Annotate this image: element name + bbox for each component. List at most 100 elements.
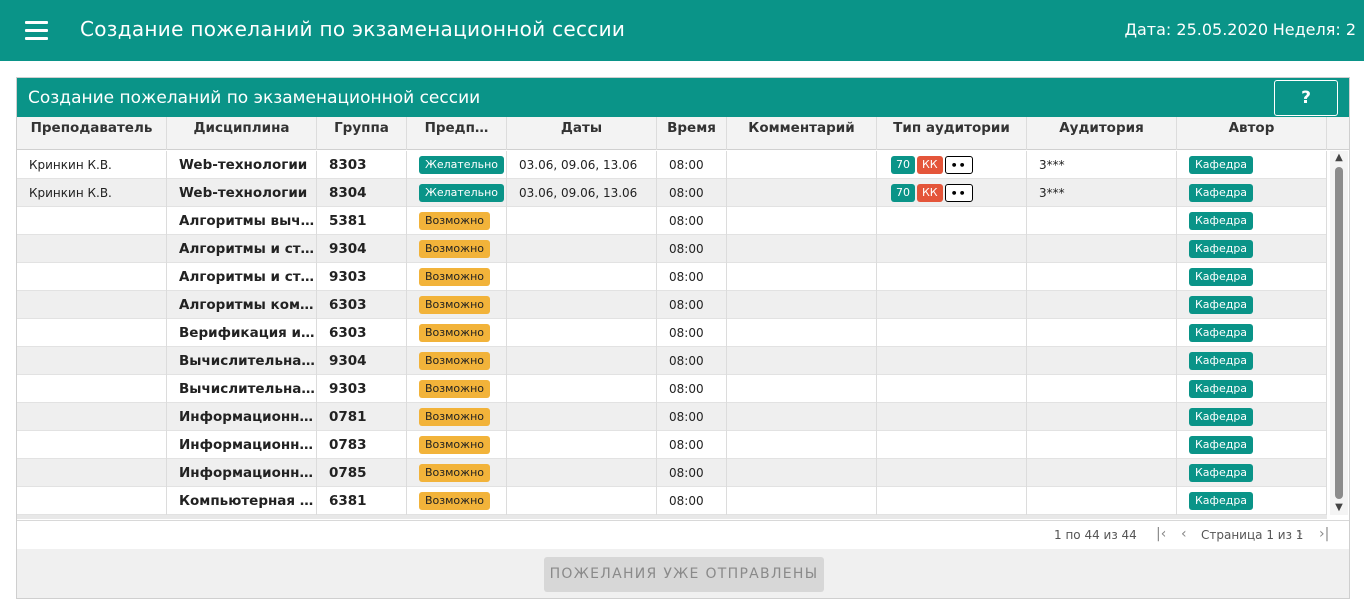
discipline-cell[interactable]: Верификация и тестирование (167, 319, 317, 347)
auditorium-cell[interactable] (1027, 375, 1177, 403)
room-type-cell[interactable]: 70 КК •• (877, 179, 1027, 207)
discipline-cell[interactable]: Алгоритмы вычислительной геометрии (167, 207, 317, 235)
table-row[interactable]: Информационные технологии0781 Возможно 08:… (17, 403, 1327, 431)
comment-cell[interactable] (727, 235, 877, 263)
time-cell[interactable]: 08:00 (657, 235, 727, 263)
column-header-time[interactable]: Время (657, 117, 727, 150)
teacher-cell[interactable] (17, 431, 167, 459)
author-cell[interactable]: Кафедра (1177, 207, 1327, 235)
teacher-cell[interactable] (17, 375, 167, 403)
table-row[interactable]: Информационные технологии0785 Возможно 08:… (17, 459, 1327, 487)
time-cell[interactable]: 08:00 (657, 487, 727, 515)
column-header-preference[interactable]: Предп… (407, 117, 507, 150)
preference-cell[interactable]: Возможно (407, 235, 507, 263)
author-cell[interactable]: Кафедра (1177, 235, 1327, 263)
room-type-cell[interactable] (877, 487, 1027, 515)
column-header-room-type[interactable]: Тип аудитории (877, 117, 1027, 150)
group-cell[interactable]: 9304 (317, 347, 407, 375)
teacher-cell[interactable] (17, 207, 167, 235)
discipline-cell[interactable]: Информационные технологии (167, 459, 317, 487)
scrollbar-thumb[interactable] (1335, 167, 1343, 499)
author-cell[interactable]: Кафедра (1177, 403, 1327, 431)
teacher-cell[interactable] (17, 235, 167, 263)
preference-cell[interactable]: Возможно (407, 459, 507, 487)
table-row[interactable]: Компьютерная 3D-графика6381 Возможно 08:00… (17, 487, 1327, 515)
auditorium-cell[interactable]: 3*** (1027, 179, 1177, 207)
author-cell[interactable]: Кафедра (1177, 459, 1327, 487)
column-header-author[interactable]: Автор (1177, 117, 1327, 150)
group-cell[interactable]: 0781 (317, 403, 407, 431)
author-cell[interactable]: Кафедра (1177, 375, 1327, 403)
comment-cell[interactable] (727, 207, 877, 235)
group-cell[interactable]: 5381 (317, 207, 407, 235)
time-cell[interactable]: 08:00 (657, 263, 727, 291)
group-cell[interactable]: 9303 (317, 263, 407, 291)
auditorium-cell[interactable] (1027, 235, 1177, 263)
preference-cell[interactable]: Желательно (407, 179, 507, 207)
comment-cell[interactable] (727, 487, 877, 515)
column-header-discipline[interactable]: Дисциплина (167, 117, 317, 150)
column-header-dates[interactable]: Даты (507, 117, 657, 150)
dates-cell[interactable] (507, 347, 657, 375)
table-row[interactable]: Алгоритмы вычислительной геометрии5381 Во… (17, 207, 1327, 235)
dates-cell[interactable] (507, 235, 657, 263)
table-row[interactable]: Вычислительная математика9304 Возможно 08:… (17, 347, 1327, 375)
dates-cell[interactable] (507, 375, 657, 403)
teacher-cell[interactable] (17, 459, 167, 487)
discipline-cell[interactable]: Информационные технологии (167, 431, 317, 459)
horizontal-scrollbar[interactable] (17, 515, 1327, 519)
preference-cell[interactable]: Возможно (407, 291, 507, 319)
group-cell[interactable]: 6303 (317, 319, 407, 347)
auditorium-cell[interactable] (1027, 263, 1177, 291)
room-type-cell[interactable] (877, 403, 1027, 431)
auditorium-cell[interactable] (1027, 487, 1177, 515)
column-header-group[interactable]: Группа (317, 117, 407, 150)
time-cell[interactable]: 08:00 (657, 151, 727, 179)
comment-cell[interactable] (727, 151, 877, 179)
teacher-cell[interactable] (17, 319, 167, 347)
time-cell[interactable]: 08:00 (657, 347, 727, 375)
comment-cell[interactable] (727, 403, 877, 431)
column-header-comment[interactable]: Комментарий (727, 117, 877, 150)
discipline-cell[interactable]: Алгоритмы и структуры данных (167, 263, 317, 291)
comment-cell[interactable] (727, 347, 877, 375)
discipline-cell[interactable]: Web-технологии (167, 179, 317, 207)
column-header-teacher[interactable]: Преподаватель (17, 117, 167, 150)
dates-cell[interactable] (507, 319, 657, 347)
preference-cell[interactable]: Возможно (407, 403, 507, 431)
table-row[interactable]: Информационные технологии0783 Возможно 08:… (17, 431, 1327, 459)
hamburger-menu-icon[interactable] (25, 21, 48, 43)
room-type-cell[interactable] (877, 235, 1027, 263)
discipline-cell[interactable]: Алгоритмы компьютерной графики (167, 291, 317, 319)
scroll-down-icon[interactable]: ▼ (1330, 501, 1348, 515)
author-cell[interactable]: Кафедра (1177, 487, 1327, 515)
dates-cell[interactable] (507, 487, 657, 515)
room-type-cell[interactable]: 70 КК •• (877, 151, 1027, 179)
table-row[interactable]: Вычислительная математика9303 Возможно 08:… (17, 375, 1327, 403)
discipline-cell[interactable]: Компьютерная 3D-графика (167, 487, 317, 515)
auditorium-cell[interactable]: 3*** (1027, 151, 1177, 179)
table-row[interactable]: Алгоритмы компьютерной графики6303 Возмож… (17, 291, 1327, 319)
preference-cell[interactable]: Возможно (407, 319, 507, 347)
group-cell[interactable]: 6381 (317, 487, 407, 515)
author-cell[interactable]: Кафедра (1177, 319, 1327, 347)
preference-cell[interactable]: Возможно (407, 347, 507, 375)
discipline-cell[interactable]: Вычислительная математика (167, 347, 317, 375)
preference-cell[interactable]: Возможно (407, 487, 507, 515)
room-type-cell[interactable] (877, 263, 1027, 291)
first-page-icon[interactable]: |‹ (1156, 526, 1166, 542)
comment-cell[interactable] (727, 319, 877, 347)
group-cell[interactable]: 9303 (317, 375, 407, 403)
teacher-cell[interactable] (17, 403, 167, 431)
comment-cell[interactable] (727, 291, 877, 319)
author-cell[interactable]: Кафедра (1177, 263, 1327, 291)
scroll-up-icon[interactable]: ▲ (1330, 151, 1348, 165)
dates-cell[interactable] (507, 403, 657, 431)
teacher-cell[interactable] (17, 487, 167, 515)
time-cell[interactable]: 08:00 (657, 431, 727, 459)
column-header-auditorium[interactable]: Аудитория (1027, 117, 1177, 150)
teacher-cell[interactable] (17, 263, 167, 291)
discipline-cell[interactable]: Информационные технологии (167, 403, 317, 431)
room-type-cell[interactable] (877, 431, 1027, 459)
time-cell[interactable]: 08:00 (657, 291, 727, 319)
